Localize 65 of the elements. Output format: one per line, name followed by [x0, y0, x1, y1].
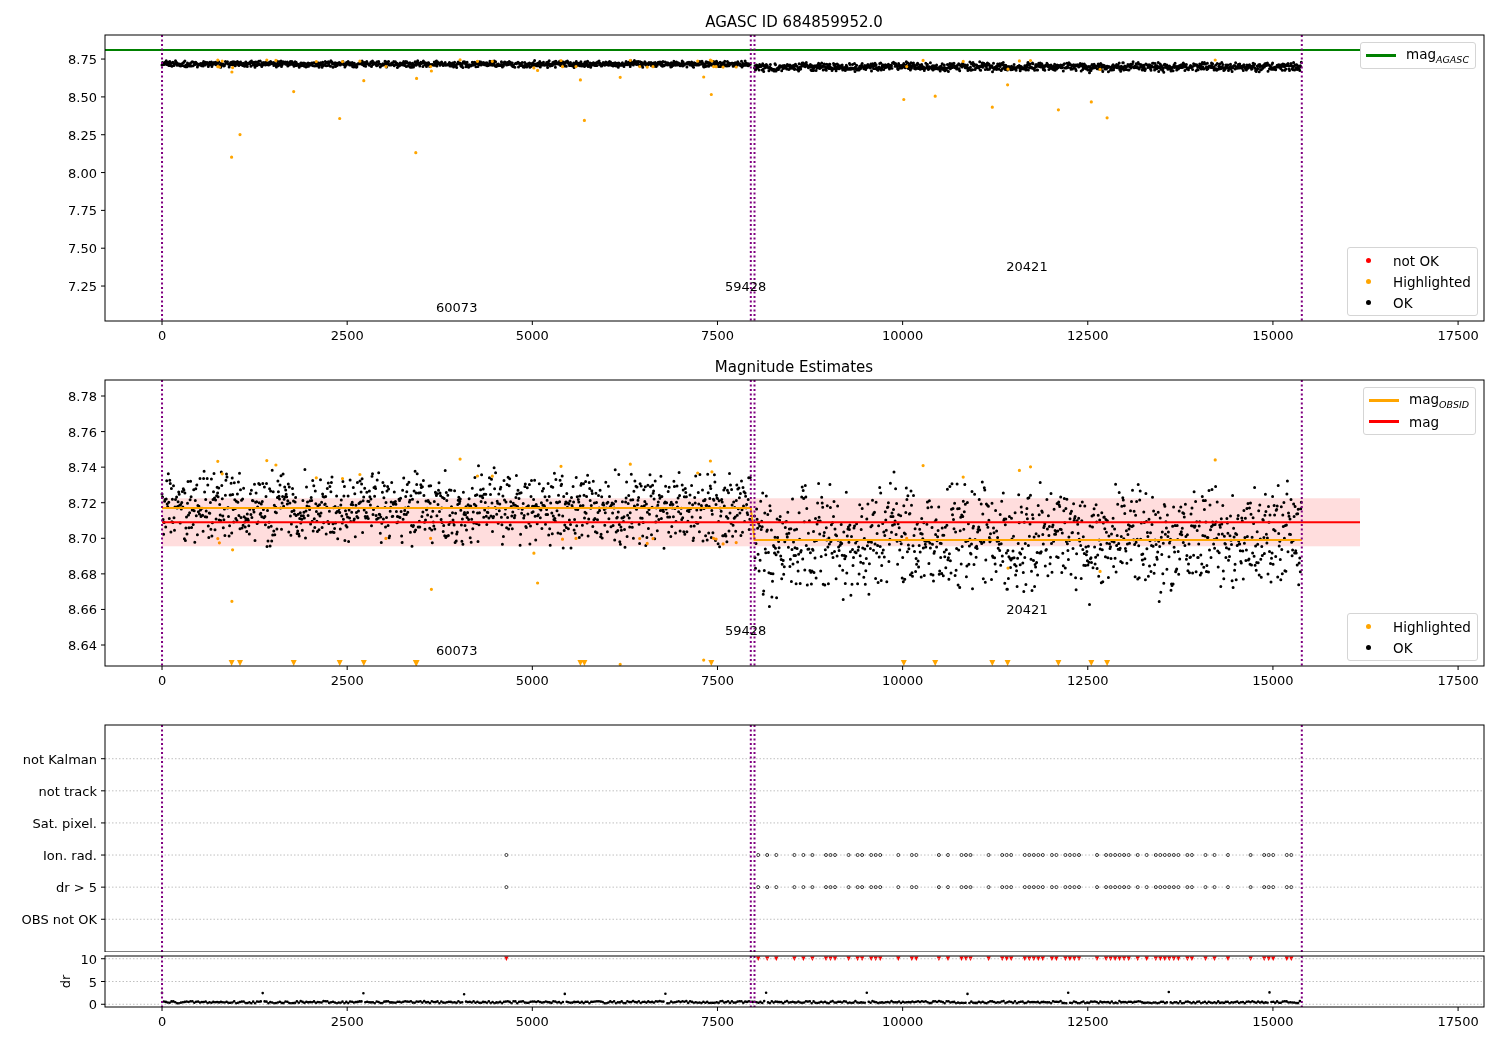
- legend-label: OK: [1393, 639, 1413, 656]
- legend-label: mag: [1409, 413, 1439, 430]
- y-tick-label: 8.74: [68, 460, 97, 476]
- flag-category-label: Sat. pixel.: [32, 815, 97, 831]
- y-tick-label: 7.50: [68, 241, 97, 257]
- legend-label: OK: [1393, 294, 1413, 311]
- x-tick-label: 17500: [1437, 673, 1479, 688]
- y-tick-label: 8.78: [68, 389, 97, 404]
- y-tick-label: 8.72: [68, 495, 97, 511]
- y-tick-label: 8.76: [68, 424, 97, 440]
- legend-label: mag$_{AGASC}$: [1406, 46, 1470, 65]
- x-tick-label: 10000: [881, 1014, 924, 1029]
- chart-title: AGASC ID 684859952.0: [705, 13, 883, 31]
- axis-label: dr: [58, 974, 73, 989]
- x-tick-label: 7500: [700, 328, 734, 343]
- legend-label: Highlighted: [1393, 618, 1471, 635]
- y-tick-label: 7.25: [68, 279, 97, 295]
- x-tick-label: 10000: [881, 673, 924, 688]
- x-tick-label: 10000: [881, 328, 924, 343]
- x-tick-label: 12500: [1067, 1014, 1109, 1029]
- flag-category-label: not track: [38, 783, 97, 799]
- x-tick-label: 5000: [515, 673, 549, 688]
- obsid-label: 60073: [436, 642, 478, 658]
- x-tick-label: 12500: [1067, 673, 1109, 688]
- y-tick-label: 8.25: [68, 127, 97, 143]
- y-tick-label: 8.68: [68, 566, 97, 582]
- x-tick-label: 17500: [1437, 328, 1479, 343]
- x-tick-label: 0: [157, 673, 167, 688]
- chart-title: Magnitude Estimates: [714, 358, 874, 376]
- flag-category-label: Ion. rad.: [43, 848, 97, 864]
- legend-label: not OK: [1393, 252, 1439, 269]
- y-tick-label: 8.70: [68, 531, 97, 547]
- flag-category-label: OBS not OK: [21, 912, 97, 928]
- flag-category-label: dr > 5: [55, 880, 97, 896]
- obsid-label: 20421: [1006, 601, 1048, 617]
- x-tick-label: 5000: [515, 328, 549, 343]
- y-tick-label: 8.66: [68, 602, 97, 618]
- x-tick-label: 2500: [330, 673, 364, 688]
- x-tick-label: 7500: [700, 673, 734, 688]
- x-tick-label: 0: [157, 328, 167, 343]
- x-tick-label: 17500: [1437, 1014, 1479, 1029]
- y-tick-label: 8.64: [68, 638, 97, 653]
- y-tick-label: 5: [88, 974, 97, 990]
- x-tick-label: 15000: [1252, 1014, 1294, 1029]
- x-tick-label: 5000: [515, 1014, 549, 1029]
- x-tick-label: 2500: [330, 328, 364, 343]
- y-tick-label: 8.00: [68, 165, 97, 181]
- legend-label: mag$_{OBSID}$: [1409, 391, 1470, 410]
- x-tick-label: 12500: [1067, 328, 1109, 343]
- y-tick-label: 0: [88, 997, 97, 1013]
- x-tick-label: 2500: [330, 1014, 364, 1029]
- y-tick-label: 7.75: [68, 203, 97, 219]
- obsid-label: 59428: [724, 623, 767, 639]
- obsid-label: 59428: [724, 279, 767, 295]
- x-tick-label: 0: [157, 1014, 167, 1029]
- y-tick-label: 8.75: [68, 52, 97, 68]
- y-tick-label: 10: [80, 952, 97, 967]
- y-tick-label: 8.50: [68, 89, 97, 105]
- x-tick-label: 7500: [700, 1014, 734, 1029]
- legend-label: Highlighted: [1393, 273, 1471, 290]
- x-tick-label: 15000: [1252, 328, 1294, 343]
- obsid-label: 60073: [436, 299, 478, 315]
- x-tick-label: 15000: [1252, 673, 1294, 688]
- flag-category-label: not Kalman: [22, 751, 97, 767]
- obsid-label: 20421: [1006, 258, 1048, 274]
